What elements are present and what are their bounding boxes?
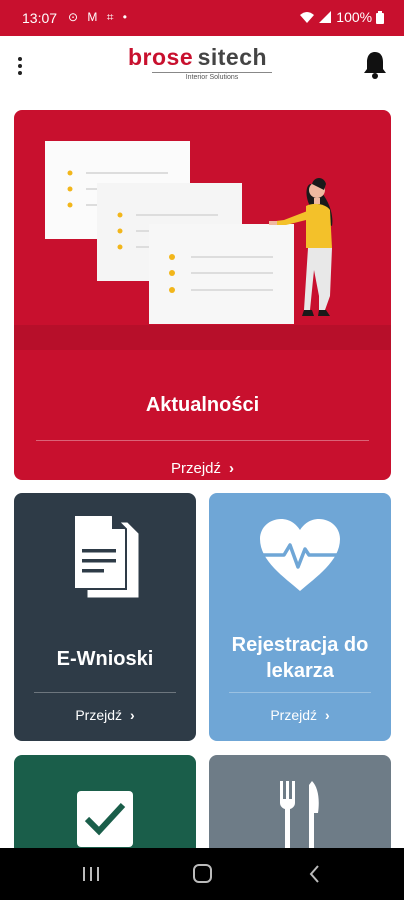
battery-percent: 100% [336,9,373,25]
e-wnioski-divider [34,692,176,693]
logo-brand: brose [128,44,194,70]
doctor-registration-go-label: Przejdź [270,707,317,723]
chevron-right-icon: › [229,460,235,477]
news-title: Aktualności [145,394,260,416]
home-icon[interactable] [187,860,217,888]
logo-brand-secondary: sitech [197,44,268,70]
logo-tagline: Interior Solutions [152,72,272,81]
notification-icons: ⊙ M ⌗ • [68,10,131,24]
news-card[interactable]: Aktualności Przejdź › [14,110,391,480]
fork-knife-icon [280,781,319,848]
e-wnioski-go-link[interactable]: Przejdź › [14,707,196,723]
doctor-registration-title-line2: lekarza [266,660,334,682]
app-header: brose sitech Interior Solutions [0,36,404,92]
news-go-link[interactable]: Przejdź › [14,460,391,477]
chevron-right-icon: › [130,707,135,723]
heart-pulse-icon [260,519,340,591]
news-divider [36,440,369,441]
checklist-card[interactable] [14,755,196,848]
bell-icon[interactable] [362,50,388,80]
back-icon[interactable] [300,860,330,888]
dashboard: Aktualności Przejdź › E-Wnioski Przejdź › … [0,92,404,848]
news-go-label: Przejdź [170,460,222,477]
canteen-card[interactable] [209,755,391,848]
doctor-registration-divider [229,692,371,693]
status-right: 100% [299,9,384,25]
doctor-registration-go-link[interactable]: Przejdź › [209,707,391,723]
e-wnioski-card[interactable]: E-Wnioski Przejdź › [14,493,196,741]
battery-icon [376,11,384,24]
more-vert-icon[interactable] [12,54,28,78]
documents-icon [73,514,142,601]
e-wnioski-title: E-Wnioski [56,648,154,670]
recents-icon[interactable] [76,860,106,888]
checkbox-icon [77,791,133,847]
doctor-registration-card[interactable]: Rejestracja do lekarza Przejdź › [209,493,391,741]
e-wnioski-go-label: Przejdź [75,707,122,723]
chevron-right-icon: › [325,707,330,723]
status-time: 13:07 [22,10,58,26]
status-bar: 13:07 ⊙ M ⌗ • 100% [0,0,404,36]
news-illustration [14,141,391,350]
wifi-icon [299,12,314,23]
brand-logo: brose sitech Interior Solutions [128,44,280,84]
doctor-registration-title-line1: Rejestracja do [231,634,369,656]
doctor-registration-title: Rejestracja do lekarza [209,632,391,684]
signal-icon [319,11,332,23]
system-nav-bar [0,848,404,900]
